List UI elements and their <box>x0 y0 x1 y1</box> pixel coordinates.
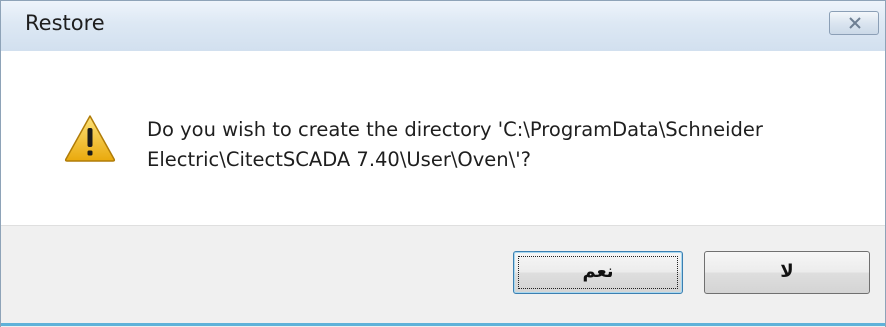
window-title: Restore <box>25 11 105 35</box>
close-icon <box>849 17 861 29</box>
button-bar: نعم لا <box>1 225 885 327</box>
message-line-2: Electric\CitectSCADA 7.40\User\Oven\'? <box>147 148 531 171</box>
title-bar[interactable]: Restore <box>1 1 885 51</box>
message-text: Do you wish to create the directory 'C:\… <box>147 115 867 175</box>
focus-ring <box>518 256 678 289</box>
message-line-1: Do you wish to create the directory 'C:\… <box>147 118 763 141</box>
warning-icon <box>64 115 116 162</box>
no-button[interactable]: لا <box>704 251 870 294</box>
restore-dialog: Restore Do you wish to create the direct… <box>0 0 886 327</box>
window-bottom-edge <box>1 323 885 326</box>
close-button[interactable] <box>829 11 879 35</box>
yes-button[interactable]: نعم <box>513 251 683 294</box>
no-button-label: لا <box>780 261 794 282</box>
